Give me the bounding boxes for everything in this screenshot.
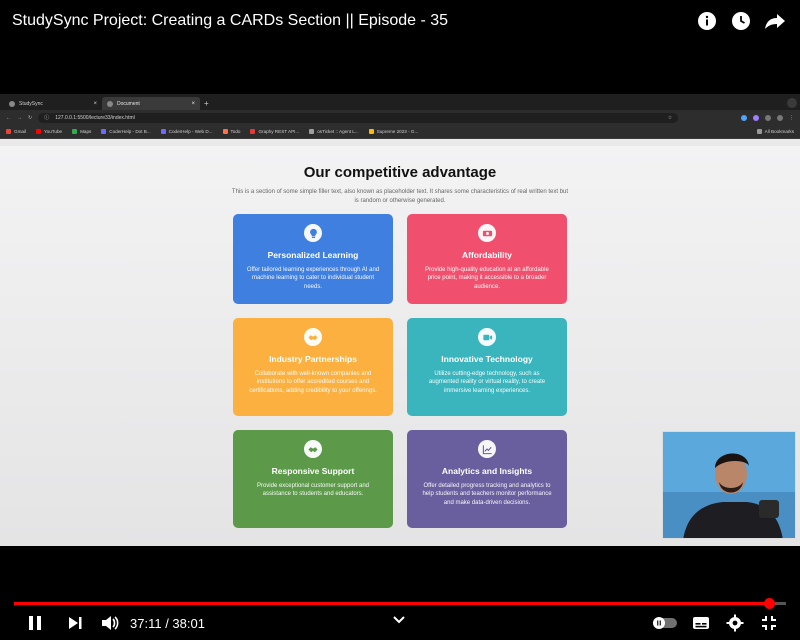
- video-icon: [478, 328, 496, 346]
- video-title[interactable]: StudySync Project: Creating a CARDs Sect…: [12, 12, 448, 30]
- subtitles-icon[interactable]: [692, 615, 710, 631]
- card-affordability[interactable]: Affordability Provide high-quality educat…: [407, 214, 567, 304]
- tab-label: StudySync: [19, 100, 43, 107]
- pause-icon[interactable]: [26, 614, 44, 632]
- browser-tab[interactable]: StudySync ×: [4, 97, 102, 110]
- player-controls: 37:11 / 38:01: [0, 610, 800, 636]
- menu-icon[interactable]: ⋮: [789, 115, 794, 121]
- card-title: Responsive Support: [271, 466, 355, 476]
- card-innovative-technology[interactable]: Innovative Technology Utilize cutting-edg…: [407, 318, 567, 416]
- card-title: Innovative Technology: [441, 354, 533, 364]
- card-title: Affordability: [461, 250, 513, 260]
- time-display: 37:11 / 38:01: [130, 616, 205, 631]
- site-info-icon[interactable]: ⓘ: [44, 114, 49, 121]
- bookmark-item[interactable]: Graphy REST API...: [250, 129, 299, 134]
- url-text: 127.0.0.1:5500/lecture33/index.html: [55, 114, 135, 121]
- info-icon[interactable]: [696, 10, 718, 32]
- bookmark-favicon-icon: [101, 129, 107, 134]
- card-responsive-support[interactable]: Responsive Support Provide exceptional cu…: [233, 430, 393, 528]
- card-description: Utilize cutting-edge technology, such as…: [428, 371, 546, 394]
- globe-icon: [9, 100, 15, 107]
- share-icon[interactable]: [764, 10, 786, 32]
- tab-label: Document: [117, 100, 140, 107]
- card-description: Offer detailed progress tracking and ana…: [422, 483, 552, 506]
- card-analytics-insights[interactable]: Analytics and Insights Offer detailed pro…: [407, 430, 567, 528]
- bookmark-item[interactable]: osTicket :: Agent L...: [309, 129, 359, 134]
- bookmark-favicon-icon: [250, 129, 256, 134]
- star-icon[interactable]: ☆: [668, 115, 672, 121]
- bookmark-item[interactable]: Maps: [72, 129, 91, 134]
- money-icon: [478, 224, 496, 242]
- page-subtitle: This is a section of some simple filler …: [231, 189, 569, 204]
- card-description: Offer tailored learning experiences thro…: [246, 267, 380, 290]
- card-title: Personalized Learning: [267, 250, 359, 260]
- card-personalized-learning[interactable]: Personalized Learning Offer tailored lear…: [233, 214, 393, 304]
- back-icon[interactable]: ←: [6, 115, 11, 121]
- page-title: Our competitive advantage: [303, 164, 497, 181]
- autoplay-toggle-icon[interactable]: [652, 616, 678, 630]
- chart-icon: [478, 440, 496, 458]
- card-description: Provide high-quality education at an aff…: [425, 267, 549, 290]
- bookmark-favicon-icon: [309, 129, 315, 134]
- bookmark-favicon-icon: [222, 129, 228, 134]
- bookmarks-bar: Gmail YouTube Maps CoderHelp - Dot B... Code…: [0, 125, 800, 139]
- extension-icon[interactable]: [765, 114, 771, 121]
- bookmark-item[interactable]: CoderHelp - Web D...: [160, 129, 213, 134]
- close-icon[interactable]: ×: [191, 101, 195, 107]
- bookmark-favicon-icon: [72, 129, 78, 134]
- progress-played: [14, 602, 769, 605]
- card-description: Provide exceptional customer support and…: [256, 483, 370, 498]
- extensions: ⋮: [741, 114, 794, 121]
- all-bookmarks[interactable]: All Bookmarks: [756, 129, 794, 134]
- progress-scrubber[interactable]: [763, 598, 775, 609]
- bookmark-favicon-icon: [6, 129, 11, 134]
- forward-icon[interactable]: →: [17, 115, 22, 121]
- profile-icon[interactable]: [777, 114, 783, 121]
- bookmark-favicon-icon: [368, 129, 374, 134]
- bookmark-item[interactable]: Todo: [222, 129, 240, 134]
- watch-later-icon[interactable]: [730, 10, 752, 32]
- extension-icon[interactable]: [741, 114, 747, 121]
- video-top-actions: [696, 10, 786, 32]
- close-icon[interactable]: ×: [93, 101, 97, 107]
- address-bar-row: ← → ↻ ⓘ 127.0.0.1:5500/lecture33/index.h…: [0, 110, 800, 125]
- tab-search-icon[interactable]: [787, 98, 797, 108]
- url-field[interactable]: ⓘ 127.0.0.1:5500/lecture33/index.html ☆: [38, 112, 679, 123]
- lightbulb-icon: [304, 224, 322, 242]
- bookmark-item[interactable]: Gmail: [6, 129, 26, 134]
- reload-icon[interactable]: ↻: [28, 115, 32, 121]
- folder-icon: [756, 129, 762, 134]
- exit-fullscreen-icon[interactable]: [760, 614, 778, 632]
- volume-icon[interactable]: [100, 614, 120, 632]
- new-tab-icon[interactable]: +: [204, 99, 209, 108]
- card-title: Industry Partnerships: [269, 354, 357, 364]
- handshake-icon: [304, 328, 322, 346]
- browser-tab-active[interactable]: Document ×: [102, 97, 200, 110]
- bookmark-favicon-icon: [36, 129, 41, 134]
- browser-tab-bar: StudySync × Document × +: [0, 94, 800, 110]
- bookmark-favicon-icon: [160, 129, 166, 134]
- globe-icon: [107, 100, 113, 107]
- progress-bar[interactable]: [14, 598, 786, 609]
- handshake-icon: [304, 440, 322, 458]
- bookmark-item[interactable]: CoderHelp - Dot B...: [101, 129, 151, 134]
- webcam-overlay: [662, 431, 796, 539]
- next-icon[interactable]: [66, 614, 84, 632]
- bookmark-item[interactable]: Supreme 2023 - G...: [368, 129, 418, 134]
- card-description: Collaborate with well-known companies an…: [249, 371, 377, 394]
- card-title: Analytics and Insights: [441, 466, 533, 476]
- extension-icon[interactable]: [753, 114, 759, 121]
- settings-gear-icon[interactable]: [726, 614, 744, 632]
- bookmark-item[interactable]: YouTube: [36, 129, 62, 134]
- card-industry-partnerships[interactable]: Industry Partnerships Collaborate with we…: [233, 318, 393, 416]
